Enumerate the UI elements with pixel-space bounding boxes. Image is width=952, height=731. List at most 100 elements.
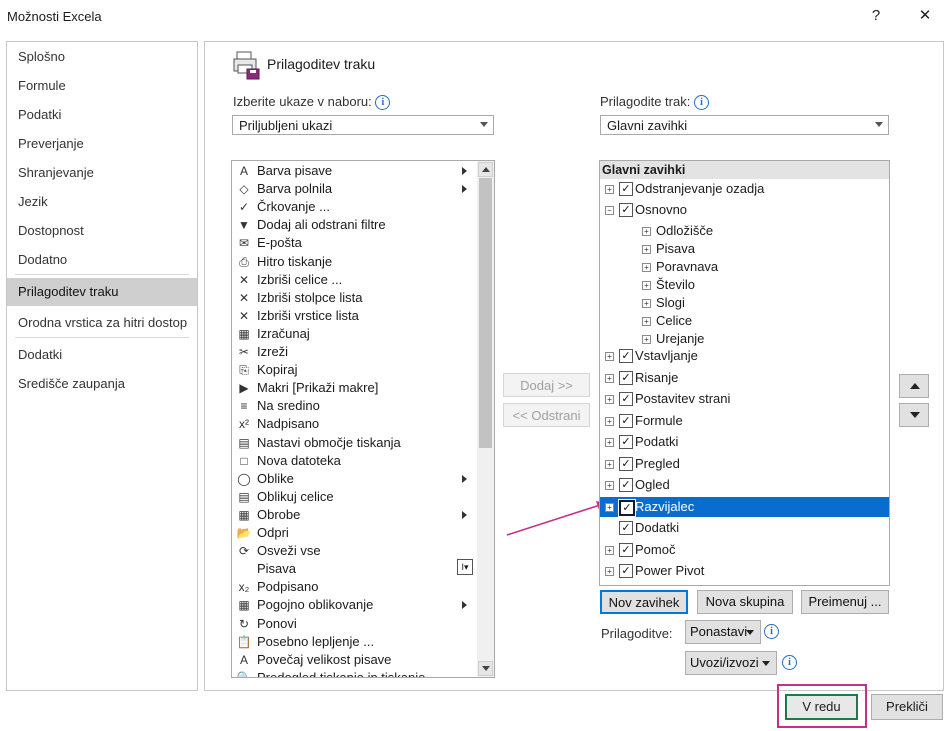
help-button[interactable]: ? (862, 4, 890, 28)
tree-item[interactable]: + ✓ Razvijalec (600, 496, 889, 517)
expand-icon[interactable]: + (605, 373, 614, 383)
tree-checkbox[interactable]: ✓ (619, 521, 633, 535)
command-item[interactable]: ≡ Na sredino (232, 397, 476, 415)
expand-icon[interactable]: + (605, 438, 614, 447)
expand-icon[interactable]: + (642, 335, 651, 344)
nav-item[interactable]: Dostopnost (7, 217, 197, 245)
command-item[interactable]: 📂 Odpri (232, 524, 476, 542)
nav-item[interactable]: Formule (7, 72, 197, 100)
tree-checkbox[interactable]: ✓ (619, 413, 633, 428)
command-item[interactable]: ▦ Obrobe (232, 506, 476, 524)
command-item[interactable]: ▦ Pogojno oblikovanje (232, 596, 476, 614)
nav-item[interactable]: Dodatki (7, 341, 197, 369)
close-button[interactable]: ✕ (911, 4, 939, 28)
tree-item[interactable]: + Slogi (600, 293, 889, 313)
command-item[interactable]: ◯ Oblike (232, 470, 476, 488)
tree-item[interactable]: + Celice (600, 311, 889, 331)
tree-checkbox[interactable]: ✓ (619, 456, 633, 471)
new-group-button[interactable]: Nova skupina (697, 590, 793, 614)
command-item[interactable]: ↻ Ponovi (232, 615, 476, 633)
expand-icon[interactable]: + (642, 227, 651, 236)
nav-item[interactable]: Jezik (7, 188, 197, 216)
command-item[interactable]: 🔍 Predogled tiskanja in tiskanje (232, 669, 476, 677)
command-item[interactable]: ⎙ Hitro tiskanje (232, 253, 476, 271)
scroll-thumb[interactable] (479, 178, 492, 448)
command-item[interactable]: ▶ Makri [Prikaži makre] (232, 379, 476, 397)
tree-checkbox[interactable]: ✓ (619, 564, 633, 578)
tree-checkbox[interactable]: ✓ (619, 392, 633, 406)
expand-icon[interactable]: + (605, 352, 614, 361)
tree-item[interactable]: + ✓ Power Pivot (600, 561, 889, 581)
tree-item[interactable]: + ✓ Vstavljanje (600, 346, 889, 366)
nav-item[interactable]: Splošno (7, 43, 197, 71)
command-item[interactable]: ▤ Oblikuj celice (232, 488, 476, 506)
info-icon[interactable]: i (693, 95, 709, 111)
import-export-dropdown[interactable]: Uvozi/izvozi (685, 651, 777, 675)
nav-item[interactable]: Prilagoditev traku (7, 278, 197, 306)
remove-button[interactable]: << Odstrani (503, 403, 590, 427)
expand-icon[interactable]: + (605, 459, 614, 469)
expand-icon[interactable]: + (605, 567, 614, 576)
expand-icon[interactable]: + (605, 481, 614, 490)
expand-icon[interactable]: + (605, 502, 614, 512)
expand-icon[interactable]: + (605, 416, 614, 426)
ok-button[interactable]: V redu (785, 694, 858, 720)
command-item[interactable]: ✕ Izbriši vrstice lista (232, 307, 476, 325)
nav-item[interactable]: Podatki (7, 101, 197, 129)
command-item[interactable]: ✂ Izreži (232, 343, 476, 361)
tree-item[interactable]: + ✓ Ogled (600, 475, 889, 495)
nav-item[interactable]: Shranjevanje (7, 159, 197, 187)
tree-checkbox[interactable]: ✓ (619, 435, 633, 449)
command-item[interactable]: x₂ Podpisano (232, 578, 476, 596)
commands-scrollbar[interactable] (477, 161, 494, 677)
customize-ribbon-dropdown[interactable]: Glavni zavihki (600, 115, 889, 135)
ribbon-tabs-tree[interactable]: Glavni zavihki + ✓ Odstranjevanje ozadja − ✓… (599, 160, 890, 586)
nav-item[interactable]: Dodatno (7, 246, 197, 274)
command-item[interactable]: ▦ Izračunaj (232, 325, 476, 343)
tree-item[interactable]: + ✓ Postavitev strani (600, 389, 889, 409)
command-item[interactable]: ✓ Črkovanje ... (232, 198, 476, 216)
expand-icon[interactable]: + (642, 299, 651, 308)
command-item[interactable]: □ Nova datoteka (232, 452, 476, 470)
tree-item[interactable]: + Pisava (600, 239, 889, 259)
tree-checkbox[interactable]: ✓ (619, 349, 633, 363)
expand-icon[interactable]: + (605, 395, 614, 404)
tree-item[interactable]: + ✓ Odstranjevanje ozadja (600, 179, 889, 199)
tree-item[interactable]: + Odložišče (600, 221, 889, 241)
command-item[interactable]: ⎘ Kopiraj (232, 361, 476, 379)
command-item[interactable]: x² Nadpisano (232, 415, 476, 433)
tree-item[interactable]: ✓ Dodatki (600, 518, 889, 538)
tree-checkbox[interactable]: ✓ (619, 542, 633, 557)
tree-item[interactable]: + ✓ Formule (600, 411, 889, 431)
tree-item[interactable]: + ✓ Podatki (600, 432, 889, 452)
cancel-button[interactable]: Prekliči (871, 694, 943, 720)
expand-icon[interactable]: + (642, 245, 651, 254)
command-item[interactable]: ✕ Izbriši celice ... (232, 271, 476, 289)
move-down-button[interactable] (899, 403, 929, 427)
nav-item[interactable]: Preverjanje (7, 130, 197, 158)
command-item[interactable]: ⟳ Osveži vse (232, 542, 476, 560)
command-item[interactable]: ▤ Nastavi območje tiskanja (232, 434, 476, 452)
command-item[interactable]: ▼ Dodaj ali odstrani filtre (232, 216, 476, 234)
tree-item[interactable]: + ✓ Pomoč (600, 540, 889, 560)
add-button[interactable]: Dodaj >> (503, 373, 590, 397)
reset-dropdown[interactable]: Ponastavi (685, 620, 761, 644)
command-item[interactable]: ✕ Izbriši stolpce lista (232, 289, 476, 307)
tree-item[interactable]: − ✓ Osnovno (600, 200, 889, 220)
tree-item[interactable]: + Poravnava (600, 257, 889, 277)
tree-checkbox[interactable]: ✓ (618, 498, 636, 517)
move-up-button[interactable] (899, 374, 929, 398)
command-item[interactable]: 📋 Posebno lepljenje ... (232, 633, 476, 651)
expand-icon[interactable]: + (642, 317, 651, 326)
tree-checkbox[interactable]: ✓ (619, 203, 633, 217)
tree-item[interactable]: + ✓ Pregled (600, 454, 889, 474)
command-item[interactable]: A Barva pisave (232, 162, 476, 180)
tree-checkbox[interactable]: ✓ (619, 182, 633, 196)
tree-item[interactable]: + Število (600, 275, 889, 295)
new-tab-button[interactable]: Nov zavihek (600, 590, 688, 614)
tree-checkbox[interactable]: ✓ (619, 370, 633, 385)
expand-icon[interactable]: + (605, 545, 614, 555)
command-item[interactable]: ✉ E-pošta (232, 234, 476, 252)
scroll-down-button[interactable] (478, 661, 493, 676)
info-icon[interactable]: i (782, 655, 797, 670)
